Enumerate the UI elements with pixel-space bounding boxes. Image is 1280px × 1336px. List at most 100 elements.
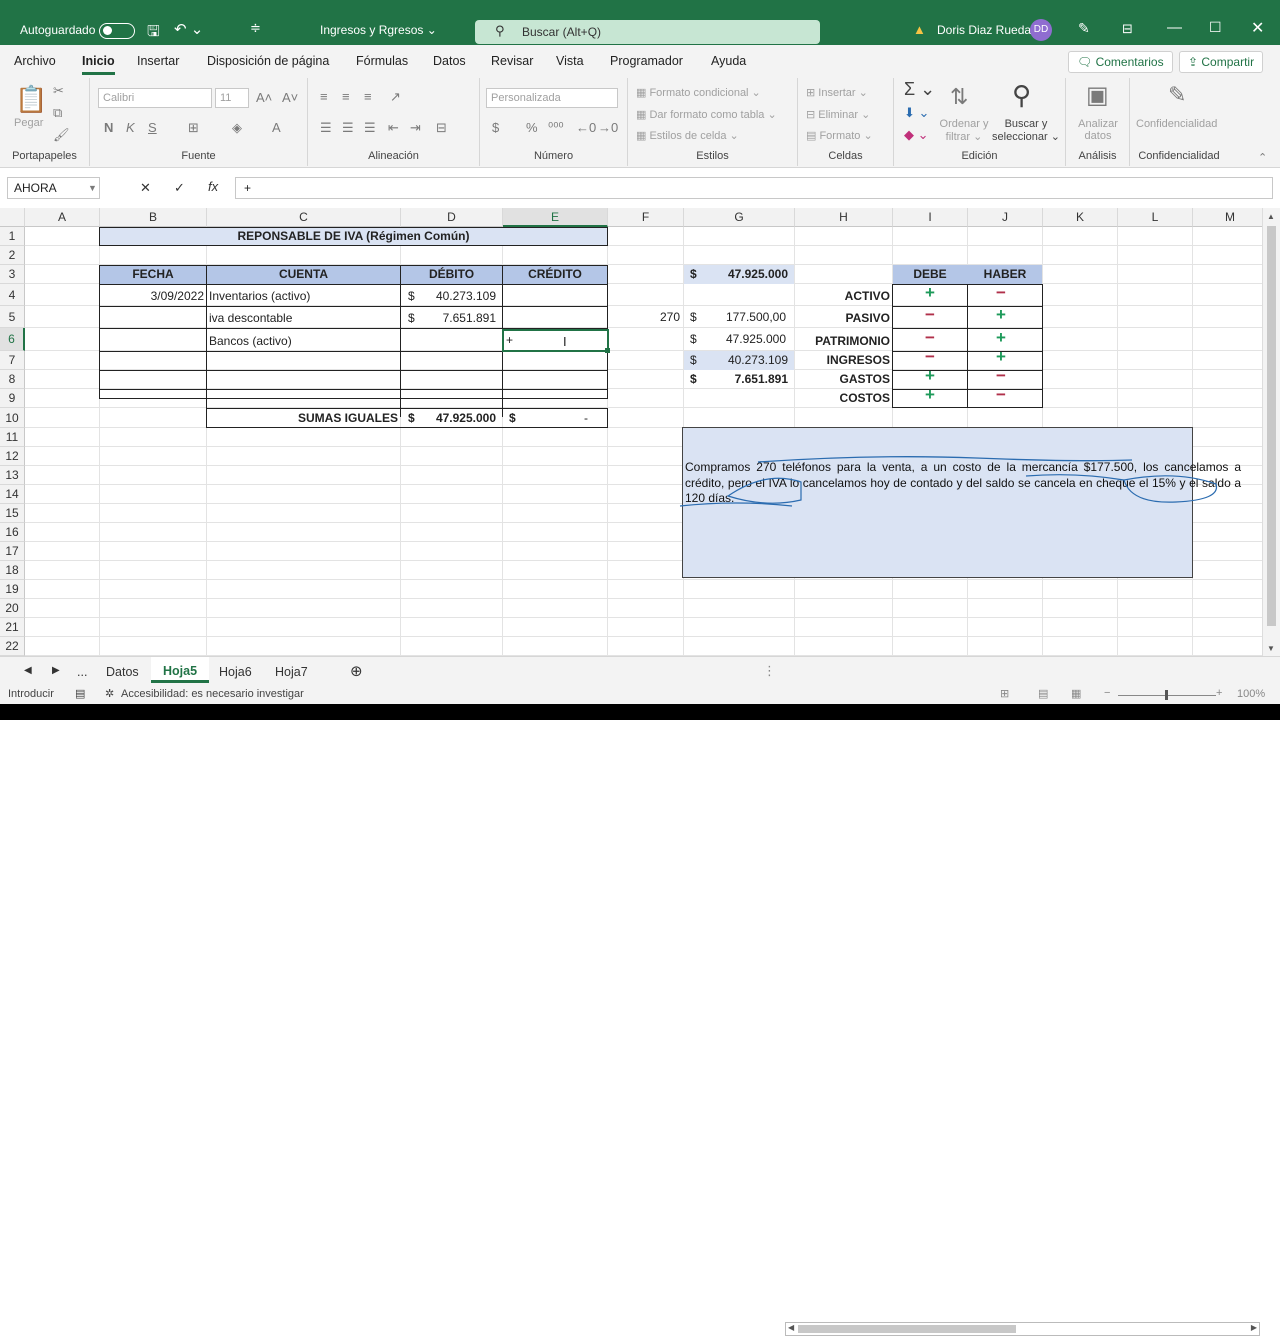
totals-credit[interactable]: - — [503, 409, 588, 428]
increase-indent-icon[interactable]: ⇥ — [410, 121, 421, 135]
share-button[interactable]: ⇪ Compartir — [1179, 51, 1264, 73]
increase-decimal-icon[interactable]: ←0 — [576, 121, 596, 135]
cell-g3[interactable]: 47.925.000 — [684, 265, 788, 284]
row-header-8[interactable]: 8 — [0, 370, 25, 389]
zoom-slider-thumb[interactable] — [1165, 690, 1168, 700]
sort-filter-icon[interactable]: ⇅ — [950, 86, 968, 108]
totals-debit[interactable]: 47.925.000 — [401, 409, 496, 428]
clear-icon[interactable]: ◆ ⌄ — [904, 128, 929, 142]
format-cells-button[interactable]: ▤ Formato ⌄ — [806, 129, 873, 142]
sheet-tab-hoja7[interactable]: Hoja7 — [275, 665, 308, 679]
tab-datos[interactable]: Datos — [433, 54, 466, 68]
decrease-font-icon[interactable]: A˅ — [282, 91, 298, 105]
rule-label-activo[interactable]: ACTIVO — [796, 287, 890, 306]
tab-programador[interactable]: Programador — [610, 54, 683, 68]
table-format-button[interactable]: ▦ Dar formato como tabla ⌄ — [636, 108, 777, 121]
zoom-level[interactable]: 100% — [1237, 688, 1265, 700]
scroll-right-icon[interactable]: ▶ — [1251, 1323, 1257, 1332]
save-icon[interactable]: 🖫 — [147, 21, 160, 46]
row-header-2[interactable]: 2 — [0, 246, 25, 265]
customize-qat-icon[interactable]: ≑ — [250, 20, 261, 36]
row-header-5[interactable]: 5 — [0, 306, 25, 328]
underline-icon[interactable]: S — [148, 121, 157, 135]
rule-label-pasivo[interactable]: PASIVO — [796, 309, 890, 328]
insert-function-icon[interactable]: fx — [208, 180, 218, 194]
italic-icon[interactable]: K — [126, 121, 135, 135]
cut-icon[interactable]: ✂ — [53, 84, 64, 98]
number-format-select[interactable]: Personalizada — [486, 88, 618, 108]
paste-icon[interactable]: 📋 — [15, 86, 47, 112]
row-header-6[interactable]: 6 — [0, 328, 25, 351]
user-name[interactable]: Doris Diaz Rueda — [937, 23, 1031, 37]
column-header-k[interactable]: K — [1043, 208, 1118, 227]
merge-center-icon[interactable]: ⊟ — [436, 121, 447, 135]
scroll-down-icon[interactable]: ▼ — [1267, 644, 1275, 653]
currency-icon[interactable]: $ — [492, 121, 499, 135]
normal-view-icon[interactable]: ⊞ — [1000, 687, 1009, 700]
rules-header-haber[interactable]: HABER — [968, 265, 1042, 284]
align-left-icon[interactable]: ☰ — [320, 121, 332, 135]
fill-handle[interactable] — [605, 348, 610, 353]
percent-icon[interactable]: % — [526, 121, 538, 135]
cell-g7[interactable]: 40.273.109 — [684, 351, 788, 370]
accessibility-icon[interactable]: ✲ — [105, 687, 114, 700]
maximize-icon[interactable]: ☐ — [1209, 19, 1222, 36]
formula-input[interactable]: + — [235, 177, 1273, 199]
align-middle-icon[interactable]: ≡ — [342, 90, 350, 104]
row-header-20[interactable]: 20 — [0, 599, 25, 618]
sheet-title[interactable]: REPONSABLE DE IVA (Régimen Común) — [100, 227, 607, 246]
column-header-e[interactable]: E — [503, 208, 608, 227]
row-header-10[interactable]: 10 — [0, 408, 25, 428]
row-header-22[interactable]: 22 — [0, 637, 25, 656]
tab-disposicion[interactable]: Disposición de página — [207, 54, 329, 68]
active-cell-e6[interactable] — [502, 329, 609, 352]
align-bottom-icon[interactable]: ≡ — [364, 90, 372, 104]
decrease-decimal-icon[interactable]: →0 — [598, 121, 618, 135]
row-header-9[interactable]: 9 — [0, 389, 25, 408]
cancel-entry-icon[interactable]: ✕ — [140, 181, 151, 195]
align-right-icon[interactable]: ☰ — [364, 121, 376, 135]
rule-label-ingresos[interactable]: INGRESOS — [796, 351, 890, 370]
tab-insertar[interactable]: Insertar — [137, 54, 179, 68]
cell-g5[interactable]: 177.500,00 — [684, 308, 786, 327]
column-header-d[interactable]: D — [401, 208, 503, 227]
paste-label[interactable]: Pegar — [14, 117, 43, 129]
zoom-in-icon[interactable]: + — [1216, 687, 1222, 699]
find-icon[interactable]: ⚲ — [1012, 82, 1031, 108]
row-header-12[interactable]: 12 — [0, 447, 25, 466]
font-size-select[interactable]: 11 — [215, 88, 249, 108]
rules-header-debe[interactable]: DEBE — [893, 265, 967, 284]
find-select-label[interactable]: Buscar y seleccionar ⌄ — [992, 118, 1060, 143]
row-header-17[interactable]: 17 — [0, 542, 25, 561]
align-top-icon[interactable]: ≡ — [320, 90, 328, 104]
decrease-indent-icon[interactable]: ⇤ — [388, 121, 399, 135]
page-break-icon[interactable]: ▦ — [1071, 687, 1081, 700]
orientation-icon[interactable]: ↗ — [390, 90, 401, 104]
sort-filter-label[interactable]: Ordenar y filtrar ⌄ — [938, 118, 990, 143]
vertical-scroll-thumb[interactable] — [1267, 226, 1276, 626]
totals-label[interactable]: SUMAS IGUALES — [207, 409, 398, 428]
search-box[interactable]: ⚲ Buscar (Alt+Q) — [475, 20, 820, 44]
cell-c5[interactable]: iva descontable — [209, 309, 292, 328]
row-header-16[interactable]: 16 — [0, 523, 25, 542]
cell-c4[interactable]: Inventarios (activo) — [209, 287, 310, 306]
delete-cells-button[interactable]: ⊟ Eliminar ⌄ — [806, 108, 870, 121]
increase-font-icon[interactable]: A˄ — [256, 91, 272, 105]
row-header-3[interactable]: 3 — [0, 265, 25, 284]
file-name[interactable]: Ingresos y Rgresos ⌄ — [320, 23, 437, 37]
row-header-4[interactable]: 4 — [0, 284, 25, 306]
row-header-7[interactable]: 7 — [0, 351, 25, 370]
scroll-up-icon[interactable]: ▲ — [1267, 212, 1275, 221]
tab-ayuda[interactable]: Ayuda — [711, 54, 746, 68]
cell-c6[interactable]: Bancos (activo) — [209, 332, 292, 351]
horizontal-scrollbar[interactable]: ◀ ▶ — [785, 1322, 1260, 1336]
name-box-dropdown-icon[interactable]: ▼ — [88, 181, 97, 195]
sheet-tab-datos[interactable]: Datos — [106, 665, 139, 679]
undo-icon[interactable]: ↶ ⌄ — [174, 20, 203, 38]
row-header-1[interactable]: 1 — [0, 227, 25, 246]
cell-d5[interactable]: 7.651.891 — [401, 309, 496, 328]
cell-g6[interactable]: 47.925.000 — [684, 330, 786, 349]
vertical-scrollbar[interactable]: ▲ ▼ — [1262, 208, 1280, 656]
align-center-icon[interactable]: ☰ — [342, 121, 354, 135]
accessibility-status[interactable]: Accesibilidad: es necesario investigar — [121, 688, 304, 700]
